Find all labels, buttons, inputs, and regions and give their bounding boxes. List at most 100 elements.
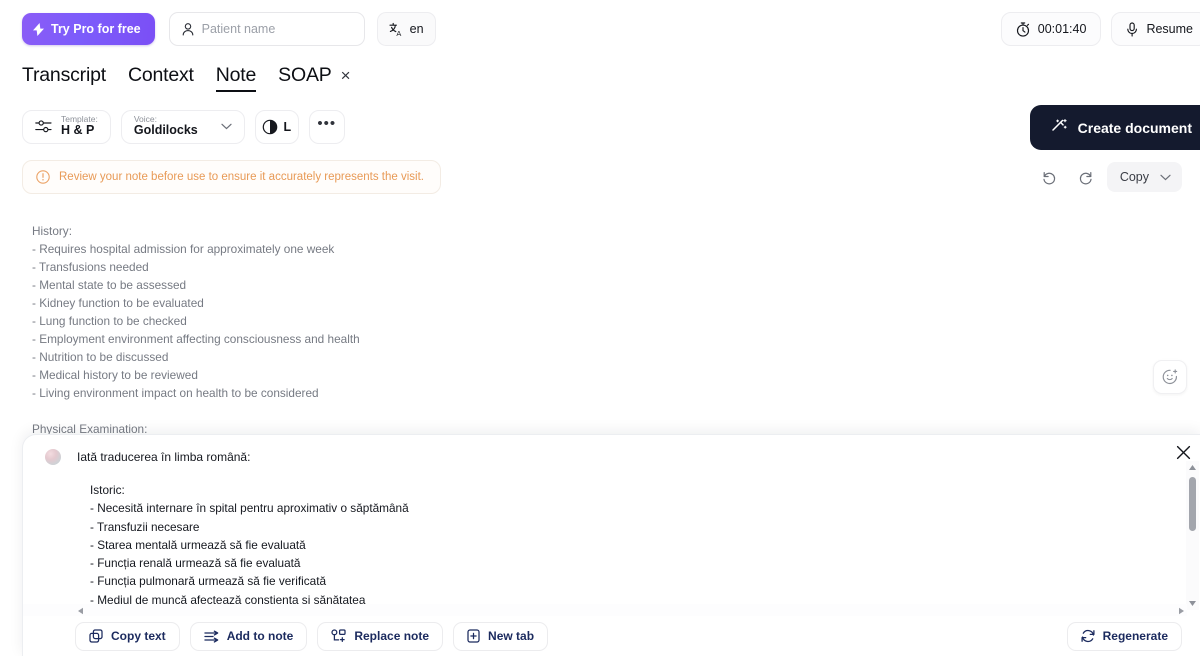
note-line: - Lung function to be checked [32,314,187,328]
patient-name-input[interactable] [201,22,352,36]
tab-context[interactable]: Context [128,64,194,92]
translation-line: - Funcția pulmonară urmează să fie verif… [90,574,327,589]
translation-vertical-scrollbar[interactable] [1186,461,1199,610]
undo-button[interactable] [1035,163,1065,191]
review-warning-text: Review your note before use to ensure it… [59,171,424,183]
top-bar-right-controls: 00:01:40 Resume [1000,12,1200,46]
voice-value: Goldilocks [133,123,198,138]
redo-button[interactable] [1071,163,1101,191]
voice-selector[interactable]: Voice: Goldilocks [120,109,245,144]
add-to-note-icon [204,630,219,643]
tab-transcript[interactable]: Transcript [22,64,106,92]
replace-icon [331,629,346,643]
tab-soap[interactable]: SOAP × [278,64,350,92]
review-warning-banner: Review your note before use to ensure it… [22,160,441,194]
microphone-icon [1126,21,1138,37]
smiley-plus-icon [1162,369,1178,385]
tab-note-label: Note [215,64,257,86]
translation-line: - Necesită internare în spital pentru ap… [90,501,409,516]
note-history-controls: Copy [1035,162,1182,192]
theme-toggle[interactable]: L [254,109,299,144]
new-tab-button[interactable]: New tab [453,621,549,651]
regenerate-button[interactable]: Regenerate [1066,621,1182,651]
tab-bar: Transcript Context Note SOAP × [0,58,1200,92]
translation-line: Istoric: [90,483,125,497]
add-to-note-label: Add to note [226,629,294,643]
tab-soap-close-icon[interactable]: × [341,67,351,84]
note-content[interactable]: History: - Requires hospital admission f… [22,194,1200,438]
sliders-icon [35,119,52,134]
translation-content[interactable]: Istoric: - Necesită internare în spital … [23,465,1200,609]
patient-name-field[interactable] [168,12,365,46]
note-line: - Living environment impact on health to… [32,386,319,400]
more-options-button[interactable]: ••• [308,109,345,144]
tab-transcript-label: Transcript [22,64,106,86]
theme-value: L [283,119,292,134]
add-to-note-button[interactable]: Add to note [189,621,308,651]
svg-text:A: A [396,29,401,37]
tab-soap-label: SOAP [278,64,332,86]
note-line: - Requires hospital admission for approx… [32,242,335,256]
create-document-button[interactable]: Create document [1029,105,1200,150]
note-line: - Medical history to be reviewed [32,368,198,382]
note-line: - Kidney function to be evaluated [32,296,204,310]
tab-note[interactable]: Note [215,64,257,92]
replace-note-button[interactable]: Replace note [317,621,444,651]
translation-action-bar: Copy text Add to note Replace note New t… [23,616,1200,656]
alert-circle-icon [36,170,50,184]
scroll-down-arrow-icon[interactable] [1188,600,1197,607]
note-line: - Mental state to be assessed [32,278,187,292]
new-tab-icon [467,629,480,643]
tab-context-label: Context [127,64,194,86]
translation-horizontal-scrollbar[interactable] [23,604,1187,616]
note-toolbar: Template: H & P Voice: Goldilocks L ••• … [0,92,1200,150]
assistant-avatar [45,449,61,465]
translation-line: - Funcția renală urmează să fie evaluată [90,556,301,571]
copy-icon [89,629,103,643]
translation-line: - Starea mentală urmează să fie evaluată [90,537,306,552]
language-selector[interactable]: A en [376,12,436,46]
resume-label: Resume [1146,22,1193,36]
magic-wand-icon [1050,119,1067,136]
note-line: - Employment environment affecting consc… [32,332,360,346]
copy-text-label: Copy text [111,629,166,643]
translation-header: Iată traducerea în limba română: [23,435,1200,465]
person-icon [182,22,194,36]
scroll-right-arrow-icon[interactable] [1178,607,1185,615]
scroll-left-arrow-icon[interactable] [77,607,84,615]
top-bar: Try Pro for free A en 00:01:40 Resume [0,0,1200,58]
stopwatch-icon [1016,21,1030,37]
refresh-icon [1081,629,1095,643]
note-line: History: [32,224,72,238]
note-line: - Transfusions needed [32,260,149,274]
note-line: - Nutrition to be discussed [32,350,169,364]
try-pro-label: Try Pro for free [51,22,141,36]
timer-value: 00:01:40 [1037,22,1087,36]
copy-dropdown-button[interactable]: Copy [1106,162,1182,192]
new-tab-label: New tab [488,629,535,643]
resume-button[interactable]: Resume [1111,12,1200,46]
translation-panel: Iată traducerea în limba română: Istoric… [22,434,1200,656]
translation-line: - Transfuzii necesare [90,519,200,534]
template-selector[interactable]: Template: H & P [22,109,111,144]
add-emoji-button[interactable] [1153,360,1187,394]
create-document-label: Create document [1077,119,1192,136]
lightning-bolt-icon [33,22,44,36]
vertical-scroll-thumb[interactable] [1189,477,1196,531]
replace-note-label: Replace note [354,629,430,643]
copy-text-button[interactable]: Copy text [75,621,180,651]
session-timer[interactable]: 00:01:40 [1000,12,1102,46]
chevron-down-icon [1160,174,1171,181]
try-pro-button[interactable]: Try Pro for free [22,13,155,45]
copy-label: Copy [1119,170,1149,184]
translation-title: Iată traducerea în limba română: [77,450,251,464]
contrast-icon [262,119,278,135]
close-translation-panel-icon[interactable] [1172,441,1194,463]
chevron-down-icon [207,123,232,130]
scroll-up-arrow-icon[interactable] [1188,464,1197,471]
regenerate-label: Regenerate [1102,629,1168,643]
note-editor-area: Review your note before use to ensure it… [0,148,1200,438]
ellipsis-icon: ••• [317,115,337,132]
language-code: en [409,22,424,36]
